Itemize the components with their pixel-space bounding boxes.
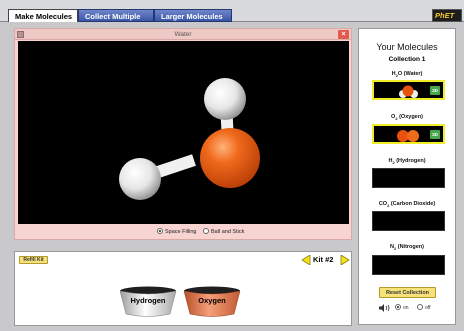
sound-on-label: on <box>403 305 409 311</box>
sound-off-option[interactable]: off <box>417 303 430 313</box>
molecule-label-oxygen: O2 (Oxygen) <box>391 114 423 122</box>
water-collection-box[interactable]: 3D <box>372 80 445 100</box>
radio-selected-icon <box>395 304 401 310</box>
hydrogen-bucket-label: Hydrogen <box>130 296 166 305</box>
speaker-icon <box>379 304 390 312</box>
view-3d-button[interactable]: 3D <box>430 86 440 95</box>
oxygen-thumbnail-icon <box>397 130 419 142</box>
carbon-dioxide-collection-box[interactable] <box>372 211 445 231</box>
refill-kit-button[interactable]: Refill Kit <box>19 256 48 264</box>
radio-selected-icon <box>157 228 163 234</box>
view-mode-selector: Space Filling Ball and Stick <box>15 226 351 238</box>
molecule-label-carbon-dioxide: CO2 (Carbon Dioxide) <box>378 201 436 209</box>
ball-and-stick-option[interactable]: Ball and Stick <box>203 226 244 238</box>
molecule-label-nitrogen: N2 (Nitrogen) <box>389 244 425 252</box>
view-3d-button[interactable]: 3D <box>430 130 440 139</box>
tab-make-molecules[interactable]: Make Molecules <box>8 9 78 22</box>
hydrogen-collection-box[interactable] <box>372 168 445 188</box>
kit-label: Kit #2 <box>313 255 334 264</box>
molecule-viewer-dialog: Water × Space Filling Ball and Stick <box>14 28 352 240</box>
collection-title: Your Molecules <box>376 42 438 52</box>
sound-on-option[interactable]: on <box>395 303 409 313</box>
hydrogen-atom <box>204 78 246 120</box>
radio-icon <box>417 304 423 310</box>
logo-text: PhET <box>435 11 455 20</box>
phet-logo[interactable]: PhET <box>432 9 462 22</box>
tab-collect-multiple[interactable]: Collect Multiple <box>78 9 154 22</box>
kit-panel: Refill Kit Kit #2 Hydrogen Oxygen <box>14 251 352 326</box>
molecule-3d-canvas[interactable] <box>18 41 349 224</box>
oxygen-bucket-label: Oxygen <box>198 296 226 305</box>
collection-subtitle: Collection 1 <box>388 56 426 63</box>
space-filling-label: Space Filling <box>165 229 197 235</box>
collection-panel: Your Molecules Collection 1 H2O (Water) … <box>358 28 456 325</box>
tab-strip: Make Molecules Collect Multiple Larger M… <box>8 9 464 22</box>
radio-icon <box>203 228 209 234</box>
viewer-title: Water <box>174 31 192 38</box>
kit-navigator: Kit #2 <box>301 254 351 266</box>
right-arrow-icon[interactable] <box>340 255 350 265</box>
molecule-label-hydrogen: H2 (Hydrogen) <box>388 158 426 166</box>
oxygen-atom <box>200 128 260 188</box>
water-thumbnail-icon <box>399 85 418 98</box>
hydrogen-atom <box>119 158 161 200</box>
reset-collection-button[interactable]: Reset Collection <box>379 287 436 298</box>
ball-and-stick-label: Ball and Stick <box>211 229 245 235</box>
nitrogen-collection-box[interactable] <box>372 255 445 275</box>
top-bar: Make Molecules Collect Multiple Larger M… <box>0 0 464 22</box>
tab-larger-molecules[interactable]: Larger Molecules <box>154 9 232 22</box>
left-arrow-icon[interactable] <box>301 255 311 265</box>
water-molecule-render <box>119 78 260 200</box>
sound-controls: on off <box>379 303 445 313</box>
sound-off-label: off <box>425 305 431 311</box>
oxygen-collection-box[interactable]: 3D <box>372 124 445 144</box>
viewer-title-bar[interactable]: Water × <box>15 29 351 40</box>
close-icon[interactable]: × <box>338 30 349 39</box>
molecule-label-water: H2O (Water) <box>391 71 423 79</box>
space-filling-option[interactable]: Space Filling <box>157 226 197 238</box>
